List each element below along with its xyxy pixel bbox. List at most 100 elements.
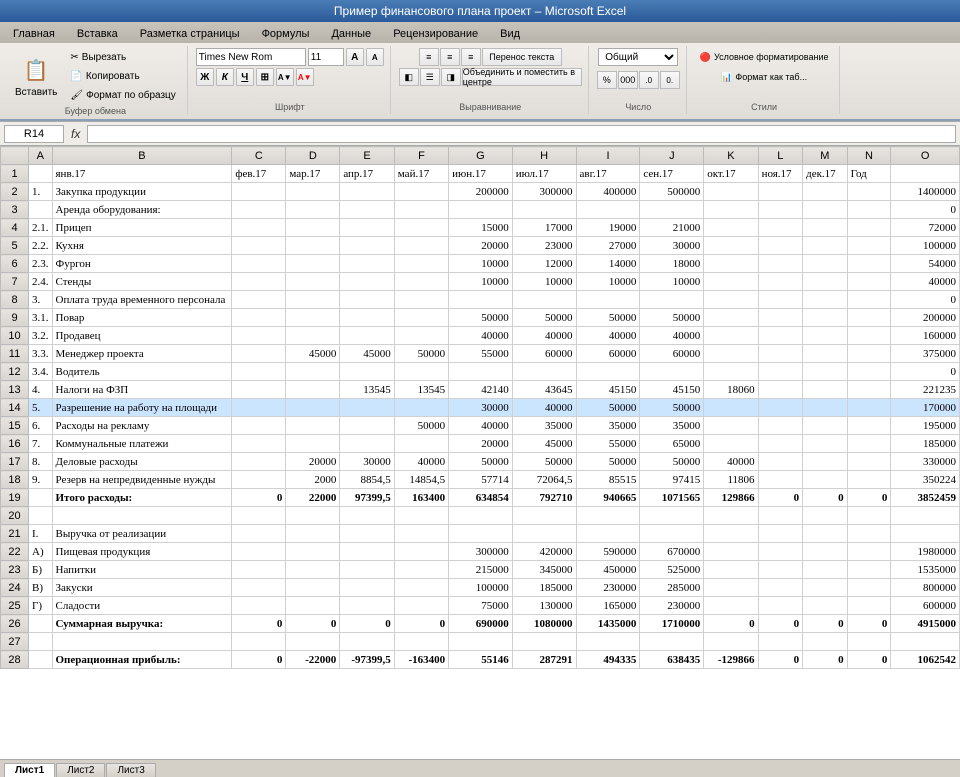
cell-r2-e[interactable]: [340, 183, 394, 201]
cell-r5-k[interactable]: [704, 237, 758, 255]
cell-r6-l[interactable]: [758, 255, 803, 273]
cell-r7-o[interactable]: 40000: [891, 273, 960, 291]
cell-r5-e[interactable]: [340, 237, 394, 255]
cell-r13-n[interactable]: [847, 381, 891, 399]
cell-r28-k[interactable]: -129866: [704, 651, 758, 669]
cell-r15-f[interactable]: 50000: [394, 417, 448, 435]
cell-r4-k[interactable]: [704, 219, 758, 237]
cell-r17-l[interactable]: [758, 453, 803, 471]
cell-r10-h[interactable]: 40000: [512, 327, 576, 345]
cell-r27-i[interactable]: [576, 633, 640, 651]
cell-r18-b[interactable]: Резерв на непредвиденные нужды: [52, 471, 232, 489]
sheet-tab-1[interactable]: Лист1: [4, 763, 55, 777]
cell-r20-h[interactable]: [512, 507, 576, 525]
cell-r6-f[interactable]: [394, 255, 448, 273]
cell-r13-o[interactable]: 221235: [891, 381, 960, 399]
cell-r17-h[interactable]: 50000: [512, 453, 576, 471]
cell-r2-m[interactable]: [803, 183, 848, 201]
cell-r10-j[interactable]: 40000: [640, 327, 704, 345]
cell-r18-d[interactable]: 2000: [286, 471, 340, 489]
cell-r18-o[interactable]: 350224: [891, 471, 960, 489]
cell-r12-b[interactable]: Водитель: [52, 363, 232, 381]
cell-r20-a[interactable]: [29, 507, 53, 525]
col-header-a[interactable]: A: [29, 147, 53, 165]
cell-r27-k[interactable]: [704, 633, 758, 651]
cell-r1-h[interactable]: июл.17: [512, 165, 576, 183]
cell-r19-j[interactable]: 1071565: [640, 489, 704, 507]
cell-r21-h[interactable]: [512, 525, 576, 543]
cell-r26-l[interactable]: 0: [758, 615, 803, 633]
cell-r24-b[interactable]: Закуски: [52, 579, 232, 597]
cell-r9-f[interactable]: [394, 309, 448, 327]
cell-r20-e[interactable]: [340, 507, 394, 525]
cell-r19-k[interactable]: 129866: [704, 489, 758, 507]
cell-r23-i[interactable]: 450000: [576, 561, 640, 579]
cell-r6-h[interactable]: 12000: [512, 255, 576, 273]
underline-button[interactable]: Ч: [236, 68, 254, 86]
cell-r4-l[interactable]: [758, 219, 803, 237]
cell-r4-i[interactable]: 19000: [576, 219, 640, 237]
cell-r2-i[interactable]: 400000: [576, 183, 640, 201]
cell-r6-b[interactable]: Фургон: [52, 255, 232, 273]
cell-r11-k[interactable]: [704, 345, 758, 363]
cell-r3-n[interactable]: [847, 201, 891, 219]
cell-r24-a[interactable]: В): [29, 579, 53, 597]
cell-r1-f[interactable]: май.17: [394, 165, 448, 183]
cell-r2-d[interactable]: [286, 183, 340, 201]
tab-insert[interactable]: Вставка: [66, 24, 129, 43]
align-bottom-button[interactable]: ≡: [461, 48, 481, 66]
cell-r8-f[interactable]: [394, 291, 448, 309]
cell-r23-d[interactable]: [286, 561, 340, 579]
tab-review[interactable]: Рецензирование: [382, 24, 489, 43]
cell-r17-d[interactable]: 20000: [286, 453, 340, 471]
cell-r10-d[interactable]: [286, 327, 340, 345]
cell-r7-e[interactable]: [340, 273, 394, 291]
wrap-text-button[interactable]: Перенос текста: [482, 48, 562, 66]
font-decrease-button[interactable]: A: [366, 48, 384, 66]
copy-button[interactable]: 📄 Копировать: [65, 67, 180, 85]
cell-r5-a[interactable]: 2.2.: [29, 237, 53, 255]
cell-r5-i[interactable]: 27000: [576, 237, 640, 255]
cell-r10-m[interactable]: [803, 327, 848, 345]
cell-r10-l[interactable]: [758, 327, 803, 345]
cell-r18-a[interactable]: 9.: [29, 471, 53, 489]
cell-r14-f[interactable]: [394, 399, 448, 417]
cell-r28-g[interactable]: 55146: [449, 651, 513, 669]
cell-r11-a[interactable]: 3.3.: [29, 345, 53, 363]
cell-r21-o[interactable]: [891, 525, 960, 543]
cell-r14-c[interactable]: [232, 399, 286, 417]
cell-r26-g[interactable]: 690000: [449, 615, 513, 633]
cell-r13-i[interactable]: 45150: [576, 381, 640, 399]
cell-r19-f[interactable]: 163400: [394, 489, 448, 507]
row-header-6[interactable]: 6: [1, 255, 29, 273]
cell-r27-j[interactable]: [640, 633, 704, 651]
row-header-25[interactable]: 25: [1, 597, 29, 615]
cell-r14-o[interactable]: 170000: [891, 399, 960, 417]
cell-r9-m[interactable]: [803, 309, 848, 327]
cell-r11-d[interactable]: 45000: [286, 345, 340, 363]
cell-r23-c[interactable]: [232, 561, 286, 579]
cell-r11-j[interactable]: 60000: [640, 345, 704, 363]
cell-r20-m[interactable]: [803, 507, 848, 525]
cell-r4-o[interactable]: 72000: [891, 219, 960, 237]
cell-r22-g[interactable]: 300000: [449, 543, 513, 561]
col-header-h[interactable]: H: [512, 147, 576, 165]
cell-r21-l[interactable]: [758, 525, 803, 543]
cell-r6-j[interactable]: 18000: [640, 255, 704, 273]
row-header-15[interactable]: 15: [1, 417, 29, 435]
thousands-button[interactable]: 000: [618, 71, 638, 89]
cell-r23-l[interactable]: [758, 561, 803, 579]
cell-r11-i[interactable]: 60000: [576, 345, 640, 363]
cell-r16-c[interactable]: [232, 435, 286, 453]
cell-r3-i[interactable]: [576, 201, 640, 219]
cell-r21-n[interactable]: [847, 525, 891, 543]
cell-r15-d[interactable]: [286, 417, 340, 435]
cell-r8-l[interactable]: [758, 291, 803, 309]
cell-r19-i[interactable]: 940665: [576, 489, 640, 507]
formula-input[interactable]: [87, 125, 956, 143]
cell-r18-i[interactable]: 85515: [576, 471, 640, 489]
cell-r13-a[interactable]: 4.: [29, 381, 53, 399]
cell-r9-h[interactable]: 50000: [512, 309, 576, 327]
cell-r12-k[interactable]: [704, 363, 758, 381]
cell-r18-n[interactable]: [847, 471, 891, 489]
